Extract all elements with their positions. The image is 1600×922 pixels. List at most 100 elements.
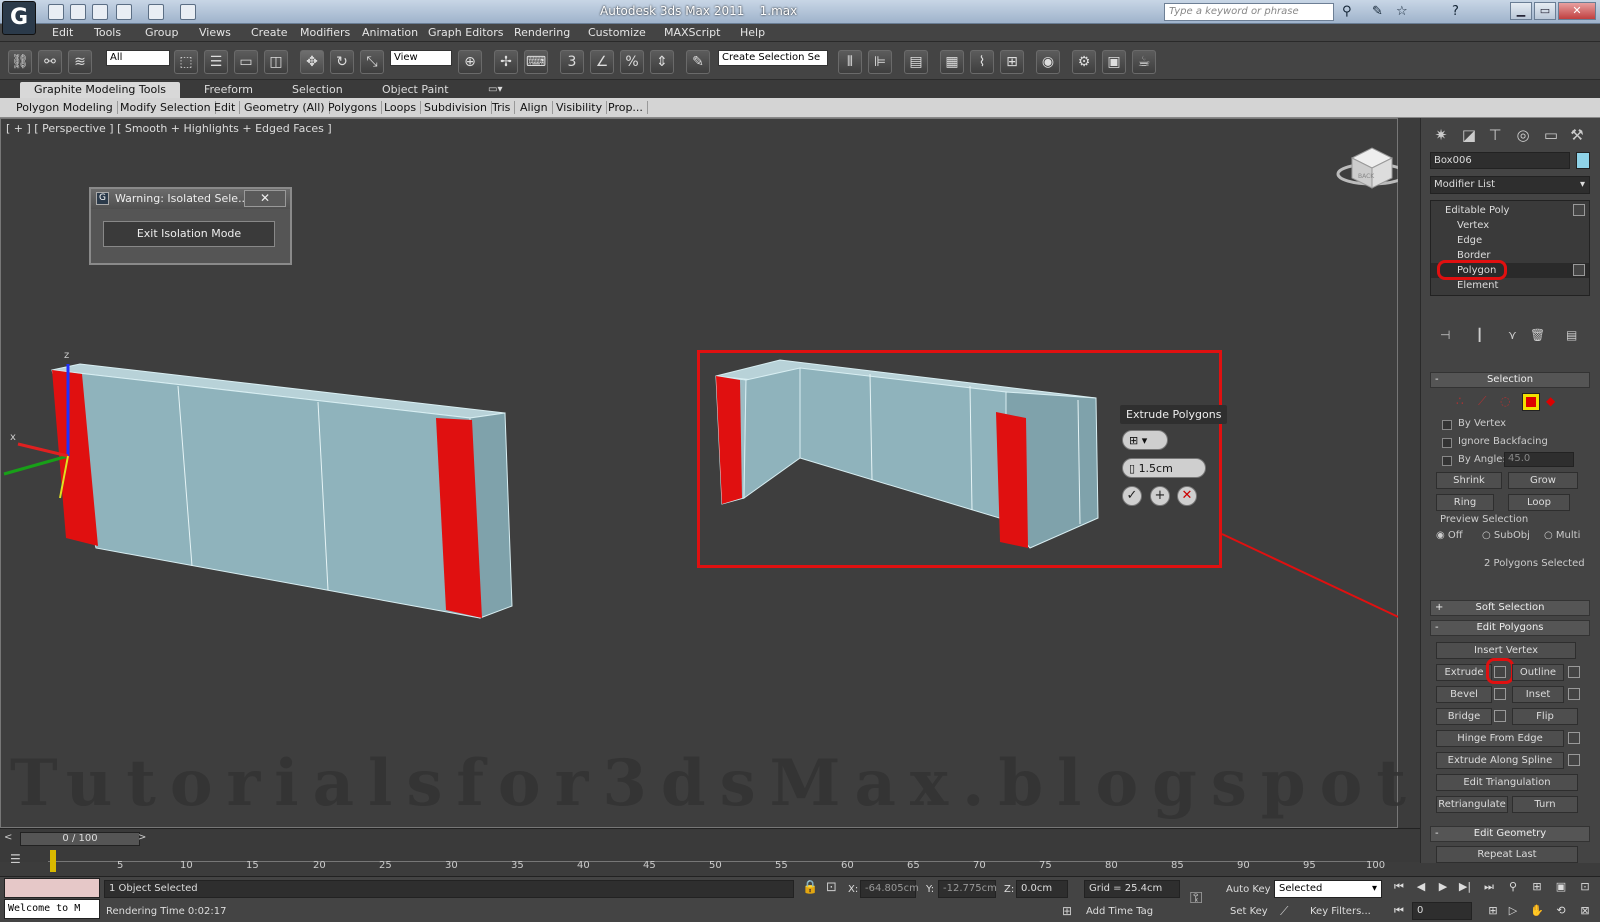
preview-multi-radio[interactable]: ○ Multi — [1544, 530, 1580, 541]
polygon-mode-icon[interactable] — [1522, 393, 1540, 411]
ignore-backfacing-checkbox[interactable] — [1442, 438, 1452, 448]
menu-help[interactable]: Help — [740, 26, 765, 39]
extrude-along-spline-button[interactable]: Extrude Along Spline — [1436, 752, 1564, 769]
tab-graphite-modeling-tools[interactable]: Graphite Modeling Tools — [20, 82, 181, 98]
stack-editable-poly[interactable]: Editable Poly — [1431, 203, 1589, 218]
by-vertex-checkbox[interactable] — [1442, 420, 1452, 430]
caddy-cancel-button[interactable]: ✕ — [1177, 486, 1197, 506]
outline-button[interactable]: Outline — [1512, 664, 1564, 681]
current-frame-field[interactable]: 0 — [1412, 902, 1472, 920]
set-key-button[interactable]: Set Key — [1230, 906, 1268, 917]
ribbon-align[interactable]: Align — [516, 101, 553, 114]
soft-selection-rollout-header[interactable]: + Soft Selection — [1430, 600, 1590, 616]
maxscript-listener-mini[interactable] — [4, 878, 100, 898]
edit-geometry-rollout-header[interactable]: - Edit Geometry — [1430, 826, 1590, 842]
select-object-icon[interactable]: ⬚ — [174, 50, 198, 74]
caddy-apply-button[interactable]: + — [1150, 486, 1170, 506]
pivot-center-icon[interactable]: ⊕ — [458, 50, 482, 74]
caddy-ok-button[interactable]: ✓ — [1122, 486, 1142, 506]
extrude-button[interactable]: Extrude — [1436, 664, 1492, 681]
display-tab-icon[interactable]: ▭ — [1540, 124, 1562, 146]
y-coord-field[interactable]: -12.775cm — [938, 880, 997, 898]
bevel-settings-button[interactable] — [1494, 688, 1506, 700]
ribbon-edit[interactable]: Edit — [210, 101, 241, 114]
maximize-viewport-icon[interactable]: ⊠ — [1576, 904, 1594, 920]
bridge-button[interactable]: Bridge — [1436, 708, 1492, 725]
motion-tab-icon[interactable]: ◎ — [1512, 124, 1534, 146]
search-input[interactable]: Type a keyword or phrase — [1164, 3, 1334, 21]
ring-button[interactable]: Ring — [1436, 494, 1494, 511]
remove-modifier-icon[interactable]: 🗑 — [1530, 328, 1545, 342]
project-folder-icon[interactable] — [180, 4, 196, 20]
select-and-move-icon[interactable]: ✥ — [300, 50, 324, 74]
render-setup-icon[interactable]: ⚙ — [1072, 50, 1096, 74]
stack-edge[interactable]: Edge — [1431, 233, 1589, 248]
angle-snap-icon[interactable]: ∠ — [590, 50, 614, 74]
inset-settings-button[interactable] — [1568, 688, 1580, 700]
show-end-result-icon[interactable]: ┃ — [1476, 328, 1483, 342]
tab-selection[interactable]: Selection — [278, 82, 357, 98]
menu-tools[interactable]: Tools — [94, 26, 121, 39]
schematic-view-icon[interactable]: ⊞ — [1000, 50, 1024, 74]
align-icon[interactable]: ⊫ — [868, 50, 892, 74]
close-dialog-button[interactable]: ✕ — [244, 190, 286, 207]
bind-space-warp-icon[interactable]: ≋ — [68, 50, 92, 74]
stack-toggle-icon[interactable] — [1573, 204, 1585, 216]
redo-icon[interactable] — [148, 4, 164, 20]
percent-snap-icon[interactable]: % — [620, 50, 644, 74]
preview-subobj-radio[interactable]: ○ SubObj — [1482, 530, 1530, 541]
key-mode-toggle-icon[interactable]: ⏮ — [1390, 904, 1408, 920]
ribbon-polygons[interactable]: Polygons — [324, 101, 382, 114]
minimize-button[interactable]: ▁ — [1510, 2, 1532, 20]
by-angle-spinner[interactable]: 45.0 — [1504, 452, 1574, 467]
key-tangent-icon[interactable]: ⟋ — [1280, 904, 1288, 919]
inset-button[interactable]: Inset — [1512, 686, 1564, 703]
edit-polygons-rollout-header[interactable]: - Edit Polygons — [1430, 620, 1590, 636]
stack-element[interactable]: Element — [1431, 278, 1589, 293]
graphite-toggle-icon[interactable]: ▦ — [940, 50, 964, 74]
tab-object-paint[interactable]: Object Paint — [368, 82, 463, 98]
reference-coordinate-dropdown[interactable]: View — [390, 50, 452, 66]
by-angle-checkbox[interactable] — [1442, 456, 1452, 466]
unlink-icon[interactable]: ⚯ — [38, 50, 62, 74]
save-file-icon[interactable] — [92, 4, 108, 20]
ribbon-subdivision[interactable]: Subdivision — [420, 101, 493, 114]
stack-toggle-icon[interactable] — [1573, 264, 1585, 276]
curve-editor-icon[interactable]: ⌇ — [970, 50, 994, 74]
ribbon-loops[interactable]: Loops — [380, 101, 422, 114]
ribbon-tris[interactable]: Tris — [488, 101, 516, 114]
zoom-all-icon[interactable]: ⊞ — [1528, 880, 1546, 896]
border-mode-icon[interactable]: ◌ — [1500, 394, 1510, 408]
modify-tab-icon[interactable]: ◪ — [1458, 124, 1480, 146]
menu-graph-editors[interactable]: Graph Editors — [428, 26, 504, 39]
menu-maxscript[interactable]: MAXScript — [664, 26, 720, 39]
select-and-link-icon[interactable]: ⛓ — [8, 50, 32, 74]
spinner-snap-icon[interactable]: ⇕ — [650, 50, 674, 74]
key-mode-dropdown[interactable]: Selected ▾ — [1274, 880, 1382, 898]
outline-settings-button[interactable] — [1568, 666, 1580, 678]
zoom-extents-icon[interactable]: ▣ — [1552, 880, 1570, 896]
new-file-icon[interactable] — [48, 4, 64, 20]
app-logo-icon[interactable]: G — [2, 1, 36, 35]
previous-frame-icon[interactable]: ◀ — [1412, 880, 1430, 896]
flip-button[interactable]: Flip — [1512, 708, 1578, 725]
go-to-end-icon[interactable]: ⏭ — [1480, 880, 1498, 896]
configure-modifier-sets-icon[interactable]: ▤ — [1566, 328, 1577, 342]
manipulate-icon[interactable]: ✢ — [494, 50, 518, 74]
extrusion-height-field[interactable]: ▯ 1.5cm — [1122, 458, 1206, 478]
current-frame-marker[interactable] — [50, 850, 56, 872]
key-icon[interactable]: ⚿ — [1190, 888, 1202, 908]
binoculars-icon[interactable]: ⚲ — [1342, 4, 1358, 20]
preview-off-radio[interactable]: ◉ Off — [1436, 530, 1463, 541]
menu-views[interactable]: Views — [199, 26, 231, 39]
shrink-button[interactable]: Shrink — [1436, 472, 1502, 489]
help-icon[interactable]: ? — [1452, 4, 1468, 20]
pin-stack-icon[interactable]: ⊣ — [1440, 328, 1450, 342]
create-tab-icon[interactable]: ✷ — [1430, 124, 1452, 146]
edit-triangulation-button[interactable]: Edit Triangulation — [1436, 774, 1578, 791]
communication-icon[interactable]: ✎ — [1372, 4, 1388, 20]
time-config-icon[interactable]: ⊞ — [1484, 904, 1502, 920]
make-unique-icon[interactable]: ⋎ — [1508, 328, 1517, 342]
menu-create[interactable]: Create — [251, 26, 288, 39]
bridge-settings-button[interactable] — [1494, 710, 1506, 722]
